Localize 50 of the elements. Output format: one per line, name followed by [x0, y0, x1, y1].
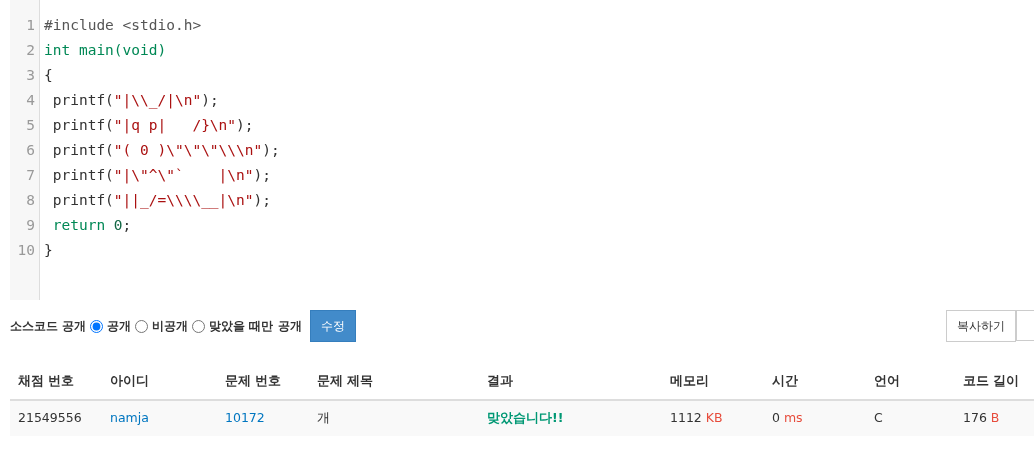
line-number: 9: [25, 216, 35, 235]
table-cell: 개: [317, 409, 330, 425]
column-header: 언어: [866, 364, 955, 400]
unit-text: ms: [783, 409, 803, 425]
code-line: int main(void): [44, 41, 168, 60]
column-header: 채점 번호: [10, 364, 102, 400]
unit-text: KB: [705, 409, 723, 425]
code-line: printf("|q p| /}\n");: [51, 116, 255, 136]
code-line: }: [44, 241, 54, 260]
column-header: 메모리: [662, 364, 764, 400]
column-header: 코드 길이: [955, 364, 1034, 400]
column-header: 결과: [479, 364, 662, 400]
line-number: 8: [25, 191, 35, 210]
line-number: 6: [25, 141, 35, 160]
copy-button[interactable]: 복사하기: [946, 310, 1016, 342]
line-number: 7: [25, 166, 35, 185]
table-cell: 0: [772, 409, 780, 425]
code-line: #include <stdio.h>: [44, 16, 203, 35]
table-cell: C: [874, 409, 883, 425]
user-link[interactable]: namja: [110, 409, 149, 425]
code-line: printf("|\"^\"` |\n");: [51, 166, 272, 186]
column-header: 시간: [764, 364, 866, 400]
radio-button[interactable]: [90, 319, 104, 333]
radio-label: 맞았을 때만 공개: [209, 318, 302, 335]
line-number: 2: [25, 41, 35, 60]
radio-label: 공개: [107, 318, 132, 335]
radio-label: 비공개: [152, 318, 189, 335]
table-cell: 176: [963, 409, 987, 425]
line-number: 3: [25, 66, 35, 85]
line-number: 10: [16, 241, 35, 260]
column-header: 문제 번호: [217, 364, 309, 400]
line-number: 5: [25, 116, 35, 135]
visibility-label: 소스코드 공개: [10, 318, 87, 335]
edit-button[interactable]: 수정: [309, 310, 356, 342]
code-line: printf("|\\_/|\n");: [51, 91, 220, 111]
code-line: return 0;: [51, 216, 133, 235]
problem-link[interactable]: 10172: [225, 409, 265, 425]
column-header: 아이디: [102, 364, 217, 400]
code-line: printf("||_/=\\\\__|\n");: [51, 191, 272, 211]
table-cell: 21549556: [18, 409, 82, 425]
line-number: 4: [25, 91, 35, 110]
radio-button[interactable]: [135, 319, 149, 333]
code-line: printf("( 0 )\"\"\"\\\n");: [51, 141, 280, 160]
column-header: 문제 제목: [309, 364, 479, 400]
line-number: 1: [25, 16, 35, 35]
table-cell: 1112: [670, 409, 702, 425]
radio-button[interactable]: [192, 319, 206, 333]
unit-text: B: [990, 409, 1000, 425]
code-line: {: [44, 66, 54, 85]
result-text: 맞았습니다!!: [487, 409, 564, 425]
